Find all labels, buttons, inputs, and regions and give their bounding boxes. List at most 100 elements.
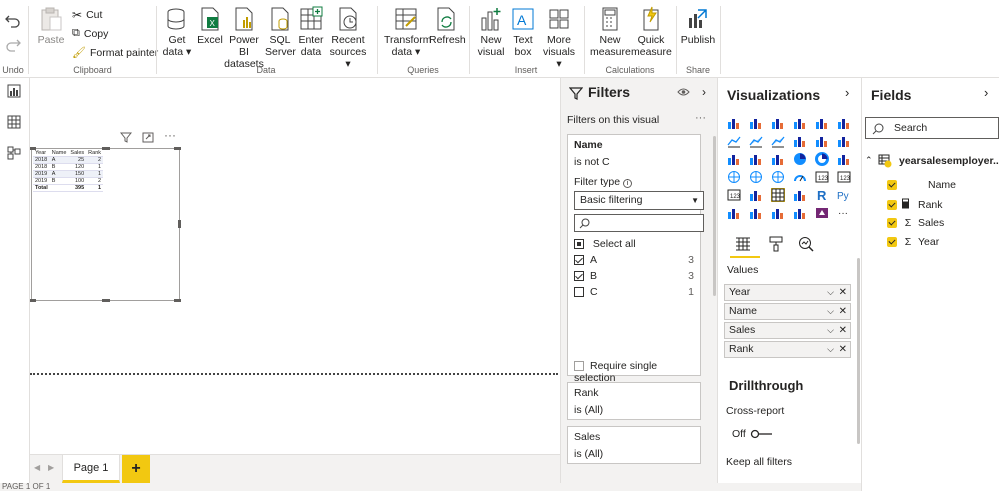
r-script-icon[interactable]: R: [815, 188, 829, 203]
more-options-icon[interactable]: ···: [164, 128, 176, 142]
100-column-icon[interactable]: [837, 116, 851, 130]
chevron-down-icon[interactable]: ⌵: [827, 304, 834, 319]
field-rank[interactable]: Rank: [887, 198, 943, 212]
redo-icon[interactable]: [5, 38, 21, 55]
fields-search-input[interactable]: Search: [865, 117, 999, 139]
filter-search-input[interactable]: [574, 214, 704, 232]
remove-icon[interactable]: ✕: [839, 304, 847, 319]
more-visuals-button[interactable]: More visuals ▾: [539, 6, 579, 70]
value-well-sales[interactable]: Sales ⌵ ✕: [724, 322, 851, 339]
format-tab-icon[interactable]: [768, 236, 784, 255]
remove-icon[interactable]: ✕: [839, 323, 847, 338]
filter-card-name[interactable]: Name is not C Filter type i Basic filter…: [567, 134, 704, 384]
area-icon[interactable]: [749, 134, 763, 148]
line-column-2-icon[interactable]: [815, 134, 829, 148]
value-well-name[interactable]: Name ⌵ ✕: [724, 303, 851, 320]
waterfall-icon[interactable]: [727, 152, 741, 166]
undo-icon[interactable]: [5, 14, 21, 31]
new-visual-button[interactable]: New visual: [475, 6, 507, 58]
table-row[interactable]: 2018 B 120 1: [33, 163, 104, 171]
resize-handle[interactable]: [102, 147, 110, 150]
table-row[interactable]: 2019 B 100 2: [33, 177, 104, 185]
decomposition-icon[interactable]: [749, 206, 763, 220]
remove-icon[interactable]: ✕: [839, 285, 847, 300]
viz-scrollbar[interactable]: [857, 258, 860, 444]
data-view-icon[interactable]: [7, 115, 21, 132]
map-icon[interactable]: [727, 170, 741, 184]
funnel-icon[interactable]: [749, 152, 763, 166]
table-visual[interactable]: Year Name Sales Rank 2018 A 25 2 2018 B 120 1 2019 A…: [31, 148, 180, 301]
value-well-rank[interactable]: Rank ⌵ ✕: [724, 341, 851, 358]
table-name[interactable]: yearsalesemployer...: [899, 155, 999, 167]
100-bar-icon[interactable]: [815, 116, 829, 130]
qa-icon[interactable]: [771, 206, 785, 220]
filter-card-rank[interactable]: Rank is (All): [567, 382, 701, 420]
sql-server-button[interactable]: SQL Server: [265, 6, 296, 58]
chevron-down-icon[interactable]: ⌵: [827, 323, 834, 338]
prev-page-icon[interactable]: ◀: [34, 463, 40, 472]
recent-sources-button[interactable]: Recent sources ▾: [327, 6, 369, 70]
new-measure-button[interactable]: New measure: [590, 6, 631, 58]
remove-icon[interactable]: ✕: [839, 342, 847, 357]
checkbox[interactable]: [574, 255, 584, 266]
chevron-down-icon[interactable]: ⌵: [827, 285, 834, 300]
more-icon[interactable]: ···: [837, 206, 851, 220]
next-page-icon[interactable]: ▶: [48, 463, 54, 472]
checkbox[interactable]: [574, 287, 584, 298]
filled-map-icon[interactable]: [749, 170, 763, 184]
matrix-icon[interactable]: [793, 188, 807, 202]
format-painter-button[interactable]: 🖌 Format painter: [72, 46, 158, 60]
resize-handle[interactable]: [30, 147, 36, 150]
filter-card-sales[interactable]: Sales is (All): [567, 426, 701, 464]
kpi-icon[interactable]: 123: [727, 188, 741, 202]
fields-tab-icon[interactable]: [734, 236, 752, 255]
collapse-fields-icon[interactable]: ›: [984, 85, 988, 100]
require-single-option[interactable]: Require single selection: [574, 360, 700, 384]
resize-handle[interactable]: [174, 299, 181, 302]
clustered-bar-icon[interactable]: [771, 116, 785, 130]
field-name[interactable]: Name: [887, 179, 956, 191]
cross-report-toggle[interactable]: Off: [732, 428, 774, 440]
checkbox[interactable]: [887, 237, 897, 247]
text-box-button[interactable]: A Text box: [508, 6, 538, 58]
value-well-year[interactable]: Year ⌵ ✕: [724, 284, 851, 301]
expand-table-icon[interactable]: ⌃: [865, 155, 873, 166]
checkbox[interactable]: [574, 271, 584, 282]
stacked-column-icon[interactable]: [749, 116, 763, 130]
table-row[interactable]: 2018 A 25 2: [33, 156, 104, 164]
table-row[interactable]: 2019 A 150 1: [33, 170, 104, 178]
shape-map-icon[interactable]: [771, 170, 785, 184]
report-view-icon[interactable]: [7, 84, 21, 101]
quick-measure-button[interactable]: Quick measure: [631, 6, 672, 58]
slicer-icon[interactable]: [749, 188, 763, 202]
column-header[interactable]: Sales: [68, 150, 87, 157]
stacked-area-icon[interactable]: [771, 134, 785, 148]
power-apps-icon[interactable]: [815, 206, 829, 220]
enter-data-button[interactable]: Enter data: [296, 6, 326, 58]
ribbon-icon[interactable]: [837, 134, 851, 148]
add-page-button[interactable]: +: [122, 455, 150, 483]
get-data-button[interactable]: Get data ▾: [160, 6, 194, 58]
column-header[interactable]: Rank: [86, 150, 104, 157]
checkbox[interactable]: [887, 218, 897, 228]
cut-button[interactable]: ✂ Cut: [72, 8, 102, 22]
focus-mode-icon[interactable]: [142, 132, 154, 146]
refresh-button[interactable]: Refresh: [429, 6, 466, 46]
publish-button[interactable]: Publish: [680, 6, 716, 46]
chevron-down-icon[interactable]: ⌵: [827, 342, 834, 357]
column-header[interactable]: Name: [49, 150, 69, 157]
model-view-icon[interactable]: [7, 146, 21, 163]
excel-button[interactable]: X Excel: [197, 6, 223, 46]
stacked-bar-icon[interactable]: [727, 116, 741, 130]
checkbox[interactable]: [887, 180, 897, 190]
paste-button[interactable]: Paste: [36, 6, 66, 46]
smart-narrative-icon[interactable]: [793, 206, 807, 220]
filter-option-a[interactable]: A3: [574, 254, 694, 266]
filter-type-select[interactable]: Basic filtering ▼: [574, 191, 704, 210]
gauge-icon[interactable]: [793, 170, 807, 184]
collapse-viz-icon[interactable]: ›: [845, 85, 849, 100]
tab-page-1[interactable]: Page 1: [62, 454, 120, 483]
resize-handle[interactable]: [178, 220, 181, 228]
clustered-column-icon[interactable]: [793, 116, 807, 130]
copy-button[interactable]: ⧉ Copy: [72, 27, 108, 40]
